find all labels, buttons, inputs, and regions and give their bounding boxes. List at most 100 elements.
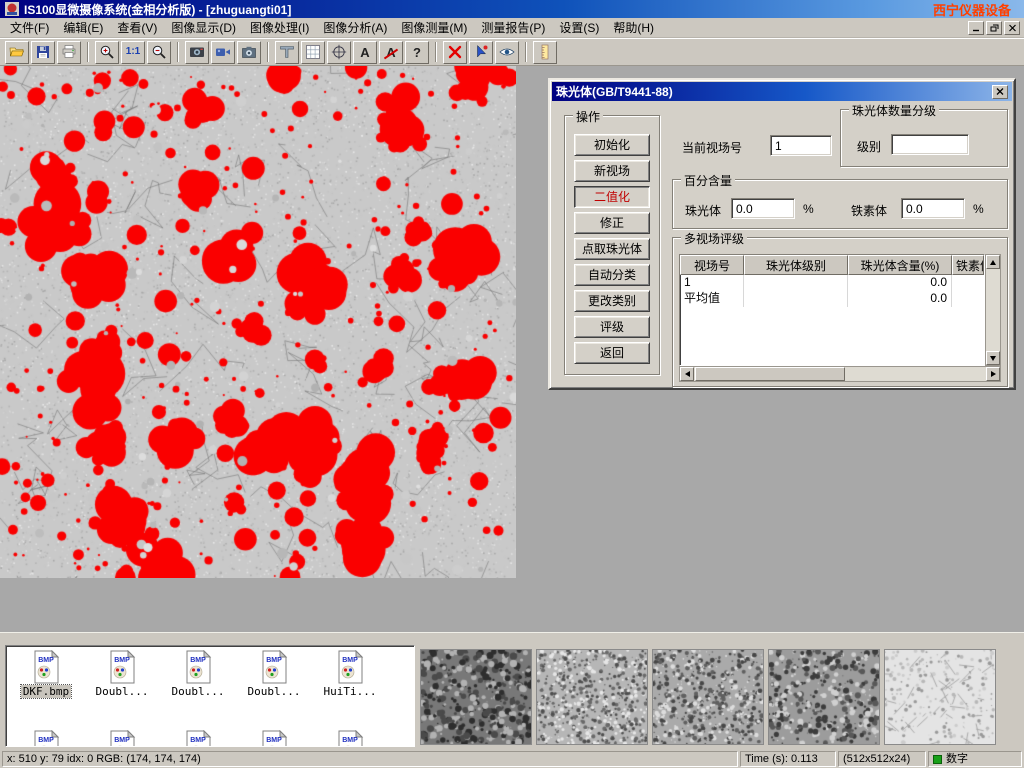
multifield-table[interactable]: 视场号 珠光体级别 珠光体含量(%) 铁素体 1 0.0 平均值 <box>679 254 985 366</box>
file-item-row2[interactable]: BMP <box>314 730 386 747</box>
menu-help[interactable]: 帮助(H) <box>606 17 661 38</box>
thumbnail-4[interactable] <box>768 649 880 745</box>
new-field-button[interactable]: 新视场 <box>574 160 650 182</box>
file-label[interactable]: HuiTi... <box>322 685 379 698</box>
eye-icon <box>499 44 515 60</box>
print-button[interactable] <box>57 41 81 64</box>
scroll-left-button[interactable] <box>680 367 694 381</box>
menu-bar: 文件(F) 编辑(E) 查看(V) 图像显示(D) 图像处理(I) 图像分析(A… <box>0 18 1024 38</box>
scroll-right-button[interactable] <box>986 367 1000 381</box>
delete-button[interactable] <box>443 41 467 64</box>
table-row[interactable]: 1 0.0 <box>680 275 984 291</box>
file-list[interactable]: BMP DKF.bmp BMP Doubl... BMP Doubl... BM… <box>5 645 415 747</box>
ferrite-percent-input[interactable] <box>901 198 965 219</box>
correct-button[interactable]: 修正 <box>574 212 650 234</box>
auto-classify-button[interactable]: 自动分类 <box>574 264 650 286</box>
mdi-minimize-button[interactable] <box>968 21 984 35</box>
actual-size-button[interactable]: 1:1 <box>121 41 145 64</box>
table-row[interactable]: 平均值 0.0 <box>680 291 984 307</box>
menu-view[interactable]: 查看(V) <box>110 17 164 38</box>
file-label[interactable]: Doubl... <box>94 685 151 698</box>
menu-image-analysis[interactable]: 图像分析(A) <box>316 17 394 38</box>
current-field-label: 当前视场号 <box>682 139 742 156</box>
table-horizontal-scrollbar[interactable] <box>679 366 1001 382</box>
rate-button[interactable]: 评级 <box>574 316 650 338</box>
toolbar-separator <box>267 42 269 62</box>
caliper-measure-button[interactable] <box>275 41 299 64</box>
pearlite-dialog: 珠光体(GB/T9441-88) 操作 初始化 新视场 二值化 修正 点取珠光体… <box>548 78 1016 390</box>
file-item-row2[interactable]: BMP <box>86 730 158 747</box>
remove-annotation-button[interactable]: A <box>379 41 403 64</box>
video-button[interactable] <box>211 41 235 64</box>
dialog-close-button[interactable] <box>992 85 1008 99</box>
file-item-double1[interactable]: BMP Doubl... <box>86 650 158 698</box>
help-button[interactable]: ? <box>405 41 429 64</box>
pearlite-label: 珠光体 <box>685 202 721 219</box>
open-file-button[interactable] <box>5 41 29 64</box>
table-vertical-scrollbar[interactable] <box>985 254 1001 366</box>
bmp-tag: BMP <box>182 737 214 744</box>
title-bar[interactable]: IS100显微摄像系统(金相分析版) - [zhuguangti01] 西宁仪器… <box>0 0 1024 18</box>
multifield-group: 多视场评级 视场号 珠光体级别 珠光体含量(%) 铁素体 1 0.0 <box>672 237 1008 387</box>
scroll-down-button[interactable] <box>986 351 1000 365</box>
ruler-button[interactable] <box>533 41 557 64</box>
current-field-input[interactable] <box>770 135 832 156</box>
file-item-row2[interactable]: BMP <box>10 730 82 747</box>
thumbnail-3[interactable] <box>652 649 764 745</box>
preview-button[interactable] <box>495 41 519 64</box>
scroll-up-button[interactable] <box>986 255 1000 269</box>
crosshair-icon <box>331 44 347 60</box>
col-field-number[interactable]: 视场号 <box>680 255 744 275</box>
metallographic-image[interactable] <box>0 66 516 578</box>
menu-image-process[interactable]: 图像处理(I) <box>243 17 316 38</box>
thumbnail-2[interactable] <box>536 649 648 745</box>
file-browser-panel: BMP DKF.bmp BMP Doubl... BMP Doubl... BM… <box>0 632 1024 750</box>
file-item-row2[interactable]: BMP <box>238 730 310 747</box>
change-class-button[interactable]: 更改类别 <box>574 290 650 312</box>
menu-settings[interactable]: 设置(S) <box>552 17 606 38</box>
window-title: IS100显微摄像系统(金相分析版) - [zhuguangti01] <box>24 1 928 18</box>
binarize-button[interactable]: 二值化 <box>574 186 650 208</box>
file-label[interactable]: DKF.bmp <box>21 685 71 698</box>
file-item-double2[interactable]: BMP Doubl... <box>162 650 234 698</box>
grid-measure-button[interactable] <box>301 41 325 64</box>
pick-pearlite-button[interactable]: 点取珠光体 <box>574 238 650 260</box>
menu-file[interactable]: 文件(F) <box>3 17 56 38</box>
menu-image-measure[interactable]: 图像测量(M) <box>394 17 474 38</box>
file-item-double3[interactable]: BMP Doubl... <box>238 650 310 698</box>
snapshot-button[interactable] <box>237 41 261 64</box>
mdi-restore-button[interactable] <box>986 21 1002 35</box>
menu-image-display[interactable]: 图像显示(D) <box>164 17 243 38</box>
scrollbar-thumb[interactable] <box>695 367 845 381</box>
init-button[interactable]: 初始化 <box>574 134 650 156</box>
zoom-in-button[interactable] <box>95 41 119 64</box>
text-annotation-button[interactable]: A <box>353 41 377 64</box>
pointer-button[interactable] <box>469 41 493 64</box>
mdi-close-button[interactable] <box>1004 21 1020 35</box>
file-label[interactable]: Doubl... <box>170 685 227 698</box>
file-item-dkf[interactable]: BMP DKF.bmp <box>10 650 82 698</box>
crosshair-button[interactable] <box>327 41 351 64</box>
file-item-row2[interactable]: BMP <box>162 730 234 747</box>
dialog-title-bar[interactable]: 珠光体(GB/T9441-88) <box>552 82 1012 101</box>
multifield-group-label: 多视场评级 <box>681 230 747 247</box>
file-item-huiti[interactable]: BMP HuiTi... <box>314 650 386 698</box>
bmp-file-icon: BMP <box>106 650 138 684</box>
bmp-tag: BMP <box>106 657 138 664</box>
grade-input[interactable] <box>891 134 969 155</box>
col-pearlite-percent[interactable]: 珠光体含量(%) <box>848 255 952 275</box>
menu-edit[interactable]: 编辑(E) <box>56 17 110 38</box>
thumbnail-1[interactable] <box>420 649 532 745</box>
pearlite-percent-input[interactable] <box>731 198 795 219</box>
file-label[interactable]: Doubl... <box>246 685 303 698</box>
thumbnail-5[interactable] <box>884 649 996 745</box>
return-button[interactable]: 返回 <box>574 342 650 364</box>
save-button[interactable] <box>31 41 55 64</box>
mdi-window-buttons <box>968 21 1024 35</box>
menu-measure-report[interactable]: 测量报告(P) <box>474 17 552 38</box>
letter-a-icon: A <box>360 46 369 59</box>
col-ferrite[interactable]: 铁素体 <box>952 255 984 275</box>
zoom-out-button[interactable] <box>147 41 171 64</box>
capture-button[interactable] <box>185 41 209 64</box>
col-pearlite-grade[interactable]: 珠光体级别 <box>744 255 848 275</box>
